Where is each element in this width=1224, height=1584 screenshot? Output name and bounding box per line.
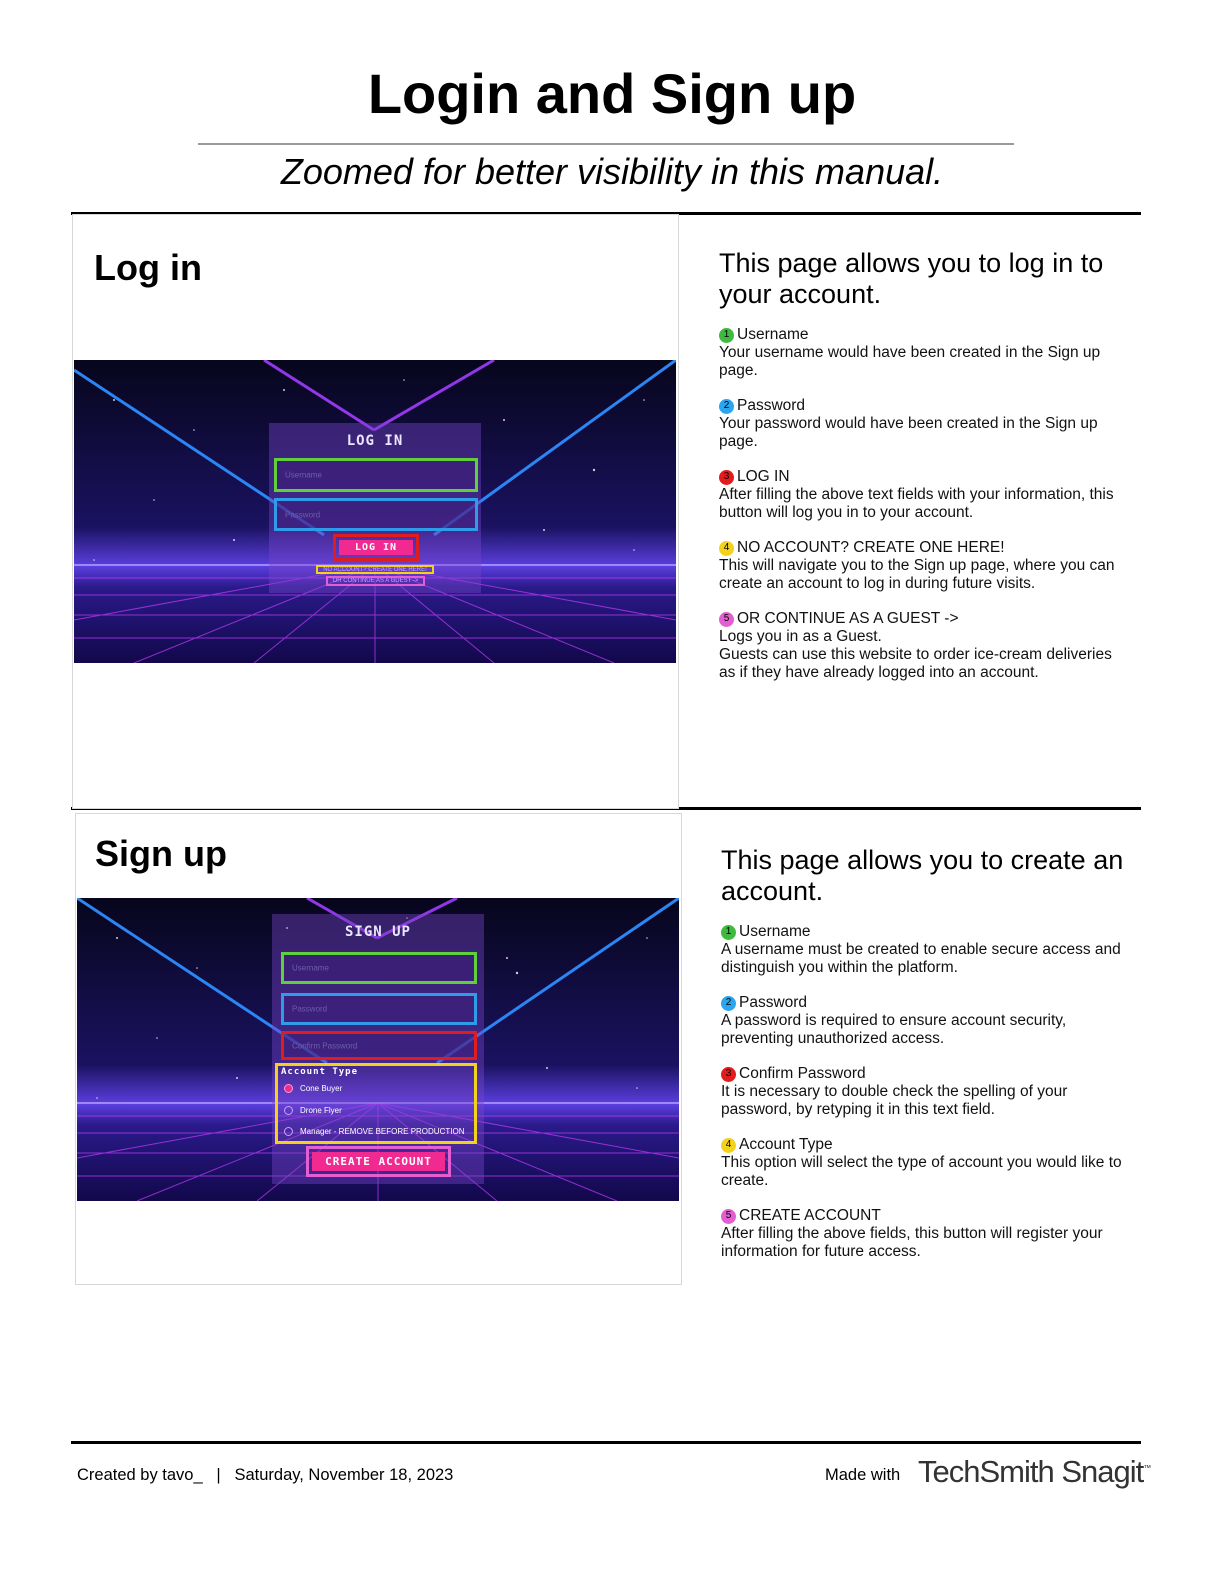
footer-credits: Created by tavo_ | Saturday, November 18… (77, 1466, 454, 1484)
password-field[interactable]: Password (281, 993, 477, 1025)
radio-unselected[interactable] (284, 1106, 293, 1115)
account-option-drone-flyer[interactable]: Drone Flyer (284, 1106, 342, 1115)
number-badge: 1 (719, 327, 734, 343)
footer-divider (71, 1441, 1141, 1444)
item-title: OR CONTINUE AS A GUEST -> (737, 610, 959, 627)
login-button[interactable]: LOG IN (339, 540, 413, 555)
login-item-login-button: 3 LOG IN After filling the above text fie… (719, 468, 1119, 522)
signup-item-account-type: 4 Account Type This option will select th… (721, 1136, 1131, 1190)
item-body: A password is required to ensure account… (721, 1012, 1067, 1047)
create-account-highlight: CREATE ACCOUNT (306, 1146, 451, 1177)
login-item-password: 2 Password Your password would have been … (719, 397, 1119, 451)
password-field[interactable]: Password (274, 498, 478, 531)
login-screenshot: LOG IN Username Password LOG IN NO ACCOU… (74, 360, 676, 663)
item-title: NO ACCOUNT? CREATE ONE HERE! (737, 539, 1005, 556)
number-badge: 4 (721, 1137, 736, 1153)
signup-item-confirm-password: 3 Confirm Password It is necessary to dou… (721, 1065, 1131, 1119)
item-title: Password (739, 994, 808, 1011)
number-badge: 4 (719, 540, 734, 556)
login-item-username: 1 Username Your username would have been … (719, 326, 1119, 380)
account-option-manager[interactable]: Manager - REMOVE BEFORE PRODUCTION (284, 1127, 464, 1136)
number-badge: 2 (719, 398, 734, 414)
login-item-guest-link: 5 OR CONTINUE AS A GUEST -> Logs you in a… (719, 610, 1119, 682)
username-placeholder: Username (285, 470, 322, 480)
item-body: After filling the above fields, this but… (721, 1225, 1103, 1260)
item-title: CREATE ACCOUNT (739, 1207, 881, 1224)
item-title: LOG IN (737, 468, 790, 485)
login-button-highlight: LOG IN (333, 534, 419, 561)
number-badge: 1 (721, 924, 736, 940)
number-badge: 5 (719, 611, 734, 627)
number-badge: 3 (719, 469, 734, 485)
signup-panel-title: Sign up (95, 833, 227, 874)
title-divider (198, 143, 1014, 145)
techsmith-snagit-logo: TechSmith Snagit™ (918, 1454, 1151, 1490)
item-body: It is necessary to double check the spel… (721, 1083, 1068, 1118)
signup-item-password: 2 Password A password is required to ensu… (721, 994, 1131, 1048)
number-badge: 2 (721, 995, 736, 1011)
item-body: Your username would have been created in… (719, 344, 1101, 379)
password-placeholder: Password (285, 510, 321, 519)
brand-name: TechSmith Snagit (918, 1454, 1144, 1489)
username-field[interactable]: Username (274, 458, 478, 492)
account-type-label: Account Type (281, 1067, 359, 1077)
confirm-password-placeholder: Confirm Password (292, 1041, 358, 1050)
item-body: This will navigate you to the Sign up pa… (719, 557, 1115, 592)
item-body: After filling the above text fields with… (719, 486, 1114, 521)
login-panel-title: Log in (94, 247, 202, 288)
account-option-cone-buyer[interactable]: Cone Buyer (284, 1084, 342, 1093)
login-item-create-link: 4 NO ACCOUNT? CREATE ONE HERE! This will … (719, 539, 1119, 593)
create-account-button[interactable]: CREATE ACCOUNT (312, 1152, 445, 1171)
radio-selected[interactable] (284, 1084, 293, 1093)
document-subtitle: Zoomed for better visibility in this man… (280, 151, 944, 192)
item-body: Logs you in as a Guest. (719, 628, 882, 645)
signup-screenshot: SIGN UP Username Password Confirm Passwo… (77, 898, 679, 1201)
account-type-group: Account Type Cone Buyer Drone Flyer Mana… (275, 1063, 477, 1144)
document-title: Login and Sign up (367, 62, 857, 125)
guest-link[interactable]: OR CONTINUE AS A GUEST -> (326, 576, 425, 586)
username-field[interactable]: Username (281, 952, 477, 984)
login-form-title: LOG IN (346, 433, 404, 449)
item-title: Password (737, 397, 806, 414)
login-description-heading: This page allows you to log in to your a… (719, 248, 1104, 309)
item-title: Account Type (739, 1136, 833, 1153)
signup-item-create-account: 5 CREATE ACCOUNT After filling the above … (721, 1207, 1131, 1261)
item-body-extra: Guests can use this website to order ice… (719, 646, 1112, 681)
username-placeholder: Username (292, 963, 329, 973)
item-title: Username (737, 326, 809, 343)
login-description: This page allows you to log in to your a… (719, 248, 1119, 699)
signup-item-username: 1 Username A username must be created to … (721, 923, 1131, 977)
radio-unselected[interactable] (284, 1127, 293, 1136)
item-body: A username must be created to enable sec… (721, 941, 1121, 976)
item-title: Confirm Password (739, 1065, 866, 1082)
item-body: This option will select the type of acco… (721, 1154, 1122, 1189)
create-account-link[interactable]: NO ACCOUNT? CREATE ONE HERE! (316, 565, 434, 574)
confirm-password-field[interactable]: Confirm Password (281, 1031, 477, 1060)
number-badge: 5 (721, 1208, 736, 1224)
signup-form-title: SIGN UP (344, 924, 411, 940)
password-placeholder: Password (292, 1004, 328, 1014)
brand-trademark: ™ (1143, 1463, 1152, 1473)
footer-made-with: Made with (825, 1466, 901, 1484)
number-badge: 3 (721, 1066, 736, 1082)
signup-description: This page allows you to create an accoun… (721, 845, 1131, 1278)
signup-description-heading: This page allows you to create an accoun… (721, 845, 1124, 906)
item-body: Your password would have been created in… (719, 415, 1098, 450)
item-title: Username (739, 923, 811, 940)
